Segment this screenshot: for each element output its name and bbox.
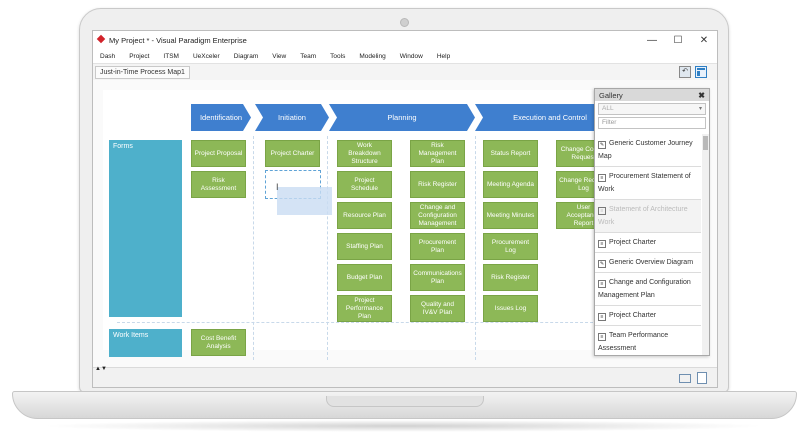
box-communications-plan[interactable]: Communications Plan [410,264,465,291]
document-icon: ≡ [598,207,606,215]
box-quality-ivv-plan[interactable]: Quality and IV&V Plan [410,295,465,322]
box-procurement-plan[interactable]: Procurement Plan [410,233,465,260]
process-map: Identification Initiation Planning Execu… [103,90,593,360]
menu-project[interactable]: Project [129,53,149,60]
box-project-charter[interactable]: Project Charter [265,140,320,167]
edit-icon: ✎ [598,141,606,149]
webcam [400,18,409,27]
gallery-filter-input[interactable]: Filter [598,117,706,129]
collapse-arrows-icon[interactable]: ▲▼ [95,366,107,372]
box-cost-benefit-analysis[interactable]: Cost Benefit Analysis [191,329,246,356]
gallery-item[interactable]: ≡ Project Charter [595,306,701,326]
document-icon: ≡ [598,280,606,288]
gallery-item-label: Statement of Architecture Work [598,206,688,226]
box-risk-assessment[interactable]: Risk Assessment [191,171,246,198]
box-risk-register[interactable]: Risk Register [410,171,465,198]
box-issues-log[interactable]: Issues Log [483,295,538,322]
box-resource-plan[interactable]: Resource Plan [337,202,392,229]
phase-initiation[interactable]: Initiation [255,104,329,131]
app-window: My Project * - Visual Paradigm Enterpris… [92,30,718,388]
gallery-title: Gallery [599,90,623,100]
minimize-button[interactable]: — [639,31,665,49]
gallery-item[interactable]: ≡ Change and Configuration Management Pla… [595,273,701,306]
gallery-item[interactable]: ≡ Team Performance Assessment [595,326,701,355]
gallery-item[interactable]: ≡ Procurement Statement of Work [595,167,701,200]
gallery-item-label: Project Charter [609,312,657,319]
gallery-item-label: Generic Customer Journey Map [598,140,693,160]
menu-view[interactable]: View [272,53,286,60]
gallery-header: Gallery ✖ [595,89,709,101]
lane-forms[interactable]: Forms [109,140,182,317]
menu-team[interactable]: Team [300,53,316,60]
menu-help[interactable]: Help [437,53,450,60]
box-meeting-agenda[interactable]: Meeting Agenda [483,171,538,198]
diagram-tab-bar: Just-in-Time Process Map1 ↶ [93,63,717,81]
gallery-item[interactable]: ✎ Generic Overview Diagram [595,253,701,273]
menu-modeling[interactable]: Modeling [359,53,385,60]
box-risk-management-plan[interactable]: Risk Management Plan [410,140,465,167]
menu-tools[interactable]: Tools [330,53,345,60]
menu-diagram[interactable]: Diagram [234,53,259,60]
gallery-panel: Gallery ✖ ALL Filter ✎Generic Customer J… [594,88,710,356]
gallery-item-label: Procurement Statement of Work [598,173,691,193]
box-budget-plan[interactable]: Budget Plan [337,264,392,291]
box-project-proposal[interactable]: Project Proposal [191,140,246,167]
drag-preview [277,187,332,215]
gallery-list: ✎ Generic Customer Journey Map ≡ Procureme… [595,134,701,355]
gallery-scrollbar-thumb[interactable] [703,136,708,150]
document-icon: ≡ [598,333,606,341]
document-icon: ≡ [598,174,606,182]
gallery-item[interactable]: ✎ Generic Customer Journey Map [595,134,701,167]
edit-icon: ✎ [598,260,606,268]
status-bar: ▲▼ [93,366,717,387]
gallery-item[interactable]: ≡ Project Charter [595,233,701,253]
title-bar: My Project * - Visual Paradigm Enterpris… [93,31,717,49]
box-staffing-plan[interactable]: Staffing Plan [337,233,392,260]
layout-panel-icon[interactable] [695,66,707,78]
laptop-shadow [40,420,767,432]
lane-divider [253,136,254,360]
gallery-item-label: Change and Configuration Management Plan [598,279,691,299]
document-icon: ≡ [598,240,606,248]
lane-divider-h [117,322,593,323]
lane-divider [327,136,328,360]
laptop-notch [326,396,484,407]
menu-uexceler[interactable]: UeXceler [193,53,220,60]
window-title: My Project * - Visual Paradigm Enterpris… [109,35,247,45]
box-meeting-minutes[interactable]: Meeting Minutes [483,202,538,229]
box-project-schedule[interactable]: Project Schedule [337,171,392,198]
lane-work-items[interactable]: Work Items [109,329,182,357]
mail-icon[interactable] [679,374,691,383]
text-cursor-icon: I [276,182,279,192]
gallery-item-label: Project Charter [609,239,657,246]
gallery-category-dropdown[interactable]: ALL [598,103,706,115]
gallery-item-disabled: ≡ Statement of Architecture Work [595,200,701,233]
lane-divider [475,136,476,360]
menu-window[interactable]: Window [400,53,423,60]
window-controls: — ☐ ✕ [639,31,717,49]
gallery-item-label: Generic Overview Diagram [609,259,694,266]
box-risk-register-exec[interactable]: Risk Register [483,264,538,291]
menu-dash[interactable]: Dash [100,53,115,60]
box-wbs[interactable]: Work Breakdown Structure [337,140,392,167]
box-status-report[interactable]: Status Report [483,140,538,167]
maximize-button[interactable]: ☐ [665,31,691,49]
phase-identification[interactable]: Identification [191,104,251,131]
menu-bar: Dash Project ITSM UeXceler Diagram View … [93,50,717,63]
diagram-tab[interactable]: Just-in-Time Process Map1 [95,66,190,79]
navigate-back-icon[interactable]: ↶ [679,66,691,78]
document-icon[interactable] [697,372,707,384]
box-project-performance-plan[interactable]: Project Performance Plan [337,295,392,322]
app-logo-icon [97,36,105,44]
close-button[interactable]: ✕ [691,31,717,49]
gallery-scrollbar[interactable] [702,134,709,355]
menu-itsm[interactable]: ITSM [163,53,179,60]
document-icon: ≡ [598,313,606,321]
gallery-item-label: Team Performance Assessment [598,332,669,352]
close-icon[interactable]: ✖ [698,91,705,100]
box-procurement-log[interactable]: Procurement Log [483,233,538,260]
box-change-config-mgmt[interactable]: Change and Configuration Management [410,202,465,229]
phase-planning[interactable]: Planning [329,104,475,131]
